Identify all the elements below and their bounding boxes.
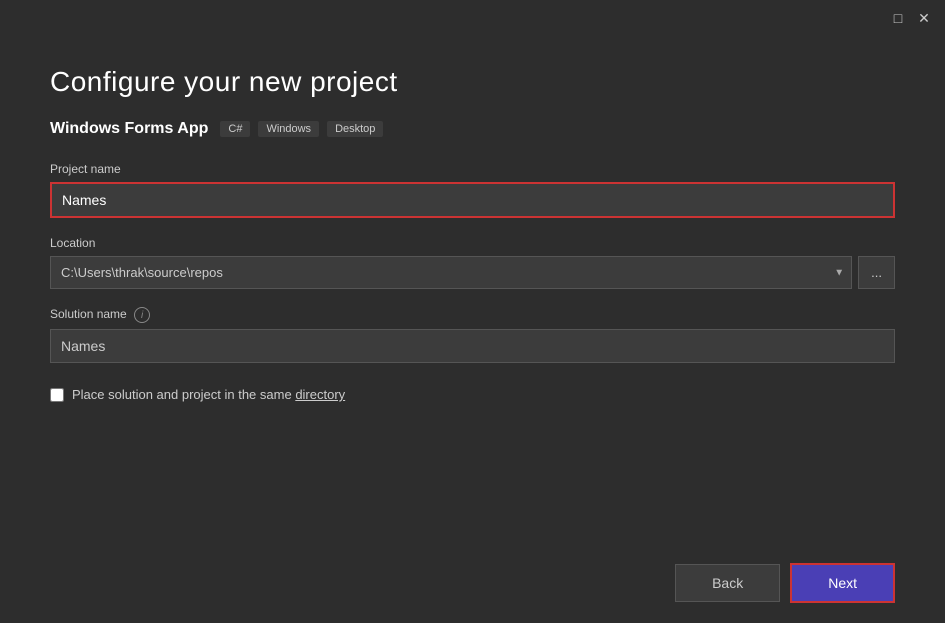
- solution-name-label: Solution name i: [50, 307, 895, 323]
- solution-name-section: Solution name i: [50, 307, 895, 363]
- location-label: Location: [50, 236, 895, 250]
- location-section: Location C:\Users\thrak\source\repos ▼ .…: [50, 236, 895, 289]
- browse-button[interactable]: ...: [858, 256, 895, 289]
- minimize-button[interactable]: □: [889, 9, 907, 27]
- footer: Back Next: [0, 547, 945, 623]
- close-button[interactable]: ✕: [915, 9, 933, 27]
- tag-csharp: C#: [220, 121, 250, 137]
- solution-name-input[interactable]: [50, 329, 895, 363]
- title-bar: □ ✕: [0, 0, 945, 36]
- project-name-label: Project name: [50, 162, 895, 176]
- dialog-content: Configure your new project Windows Forms…: [0, 36, 945, 547]
- same-directory-checkbox[interactable]: [50, 388, 64, 402]
- same-directory-label: Place solution and project in the same d…: [72, 387, 345, 402]
- project-name-section: Project name: [50, 162, 895, 218]
- back-button[interactable]: Back: [675, 564, 780, 602]
- info-icon: i: [134, 307, 150, 323]
- same-directory-checkbox-row: Place solution and project in the same d…: [50, 387, 895, 402]
- tag-desktop: Desktop: [327, 121, 383, 137]
- next-button[interactable]: Next: [790, 563, 895, 603]
- tag-windows: Windows: [258, 121, 319, 137]
- location-select-wrapper: C:\Users\thrak\source\repos ▼: [50, 256, 852, 289]
- app-type-name: Windows Forms App: [50, 120, 208, 138]
- app-type-row: Windows Forms App C# Windows Desktop: [50, 120, 895, 138]
- project-name-input[interactable]: [50, 182, 895, 218]
- page-title: Configure your new project: [50, 66, 895, 98]
- location-select[interactable]: C:\Users\thrak\source\repos: [50, 256, 852, 289]
- configure-project-dialog: □ ✕ Configure your new project Windows F…: [0, 0, 945, 623]
- location-row: C:\Users\thrak\source\repos ▼ ...: [50, 256, 895, 289]
